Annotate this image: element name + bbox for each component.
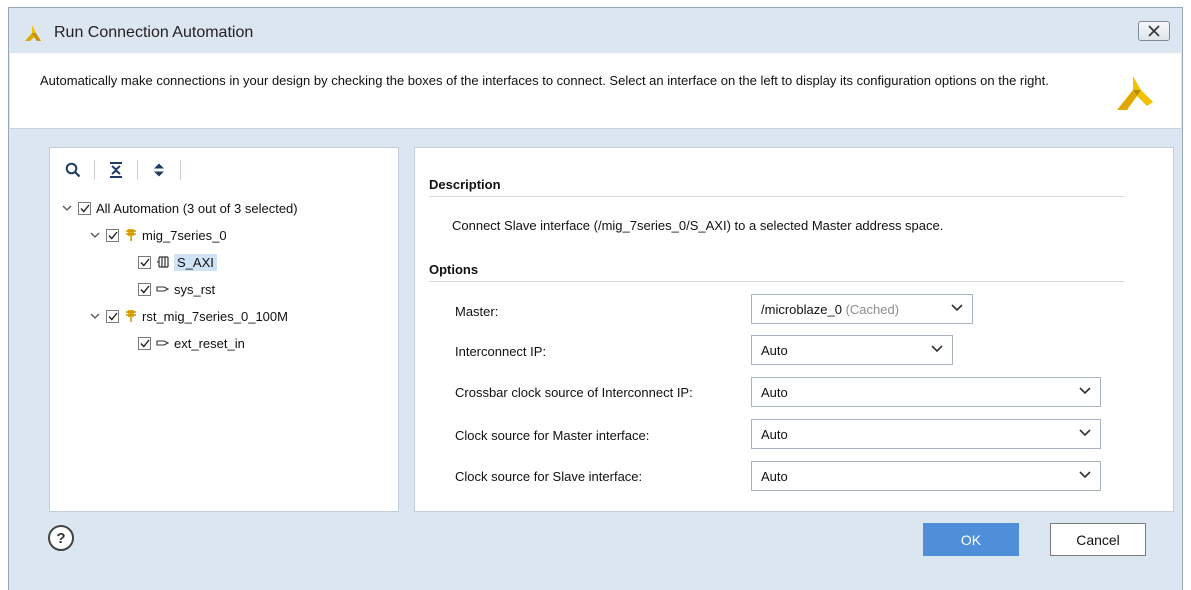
tree-item-label: ext_reset_in bbox=[174, 335, 245, 351]
pin-icon bbox=[156, 338, 170, 348]
tree-toolbar bbox=[60, 158, 189, 182]
dialog-title: Run Connection Automation bbox=[54, 24, 254, 41]
slave-clock-select[interactable]: Auto bbox=[751, 461, 1101, 491]
toolbar-divider bbox=[94, 160, 95, 180]
checkbox[interactable] bbox=[138, 336, 151, 350]
cancel-button[interactable]: Cancel bbox=[1050, 523, 1146, 556]
close-icon bbox=[1148, 25, 1160, 37]
master-select[interactable]: /microblaze_0 (Cached) bbox=[751, 294, 973, 324]
interface-tree-panel: All Automation (3 out of 3 selected) mig… bbox=[49, 147, 399, 512]
help-icon: ? bbox=[56, 529, 66, 547]
crossbar-clock-label: Crossbar clock source of Interconnect IP… bbox=[455, 385, 693, 400]
master-clock-select-value: Auto bbox=[761, 426, 788, 442]
help-button[interactable]: ? bbox=[48, 525, 74, 551]
bus-interface-icon bbox=[156, 256, 170, 268]
title-bar: Run Connection Automation bbox=[9, 8, 1182, 52]
chevron-down-icon[interactable] bbox=[88, 232, 102, 238]
tree-item-label: mig_7series_0 bbox=[142, 227, 227, 243]
ok-button[interactable]: OK bbox=[923, 523, 1019, 556]
checkmark-icon bbox=[139, 285, 150, 294]
chevron-down-icon bbox=[931, 345, 943, 353]
checkmark-icon bbox=[107, 231, 118, 240]
tree-item-rst-mig[interactable]: rst_mig_7series_0_100M bbox=[88, 304, 288, 328]
checkmark-icon bbox=[139, 339, 150, 348]
checkmark-icon bbox=[79, 204, 90, 213]
checkmark-icon bbox=[107, 312, 118, 321]
chevron-down-icon[interactable] bbox=[60, 205, 74, 211]
ip-block-icon bbox=[124, 309, 138, 323]
collapse-all-icon bbox=[110, 162, 122, 178]
crossbar-clock-select[interactable]: Auto bbox=[751, 377, 1101, 407]
tree-item-label: rst_mig_7series_0_100M bbox=[142, 308, 288, 324]
checkbox[interactable] bbox=[78, 201, 91, 215]
chevron-down-icon[interactable] bbox=[88, 313, 102, 319]
tree-item-ext-reset-in[interactable]: ext_reset_in bbox=[138, 331, 245, 355]
slave-clock-select-value: Auto bbox=[761, 468, 788, 484]
interconnect-ip-label: Interconnect IP: bbox=[455, 344, 547, 359]
master-label: Master: bbox=[455, 304, 499, 319]
ip-block-icon bbox=[124, 228, 138, 242]
dialog-header: Automatically make connections in your d… bbox=[10, 53, 1181, 129]
xilinx-logo-icon bbox=[1117, 76, 1153, 110]
close-button[interactable] bbox=[1138, 21, 1170, 41]
description-text: Connect Slave interface (/mig_7series_0/… bbox=[452, 218, 944, 233]
toolbar-divider bbox=[180, 160, 181, 180]
toolbar-divider bbox=[137, 160, 138, 180]
run-connection-automation-dialog: Run Connection Automation Automatically … bbox=[8, 7, 1183, 590]
tree-item-sys-rst[interactable]: sys_rst bbox=[138, 277, 215, 301]
checkbox[interactable] bbox=[106, 309, 119, 323]
xilinx-logo-icon bbox=[25, 25, 41, 41]
interconnect-ip-select-value: Auto bbox=[761, 342, 788, 358]
checkbox[interactable] bbox=[106, 228, 119, 242]
expand-all-button[interactable] bbox=[146, 158, 172, 182]
checkbox[interactable] bbox=[138, 282, 151, 296]
tree-item-label: sys_rst bbox=[174, 281, 216, 297]
checkmark-icon bbox=[139, 258, 150, 267]
search-icon bbox=[65, 162, 81, 178]
master-select-value: /microblaze_0 bbox=[761, 301, 842, 317]
chevron-down-icon bbox=[1079, 387, 1091, 395]
checkbox[interactable] bbox=[138, 255, 151, 269]
chevron-down-icon bbox=[1079, 471, 1091, 479]
tree-item-label: All Automation (3 out of 3 selected) bbox=[96, 200, 298, 216]
tree-item-all-automation[interactable]: All Automation (3 out of 3 selected) bbox=[60, 196, 298, 220]
interconnect-ip-select[interactable]: Auto bbox=[751, 335, 953, 365]
header-description: Automatically make connections in your d… bbox=[40, 73, 1049, 88]
tree-item-label: S_AXI bbox=[174, 253, 217, 271]
options-heading: Options bbox=[429, 262, 479, 277]
section-divider bbox=[429, 281, 1124, 282]
collapse-all-button[interactable] bbox=[103, 158, 129, 182]
master-clock-select[interactable]: Auto bbox=[751, 419, 1101, 449]
tree-item-mig-7series[interactable]: mig_7series_0 bbox=[88, 223, 227, 247]
chevron-down-icon bbox=[1079, 429, 1091, 437]
chevron-down-icon bbox=[951, 304, 963, 312]
description-heading: Description bbox=[429, 177, 501, 192]
slave-clock-label: Clock source for Slave interface: bbox=[455, 469, 643, 484]
tree-item-s-axi[interactable]: S_AXI bbox=[138, 250, 217, 274]
expand-all-icon bbox=[154, 163, 164, 177]
master-clock-label: Clock source for Master interface: bbox=[455, 428, 650, 443]
master-select-suffix: (Cached) bbox=[845, 301, 900, 317]
configuration-panel: Description Connect Slave interface (/mi… bbox=[414, 147, 1174, 512]
section-divider bbox=[429, 196, 1124, 197]
pin-icon bbox=[156, 284, 170, 294]
search-button[interactable] bbox=[60, 158, 86, 182]
crossbar-clock-select-value: Auto bbox=[761, 384, 788, 400]
